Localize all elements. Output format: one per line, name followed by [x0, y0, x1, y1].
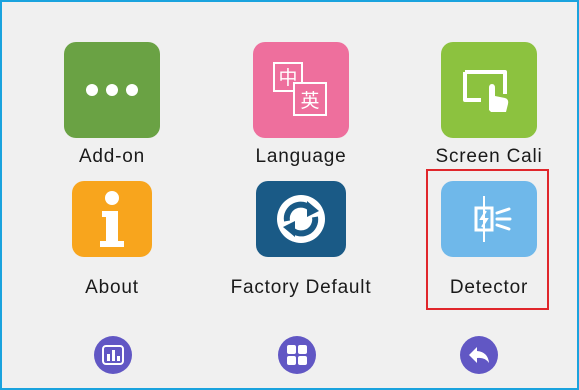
- tile-about[interactable]: About: [32, 181, 192, 321]
- tile-label: Language: [255, 146, 347, 167]
- tile-add-on[interactable]: Add-on: [32, 42, 192, 182]
- tile-language[interactable]: 中 英 Language: [221, 42, 381, 182]
- stats-button[interactable]: [94, 336, 132, 374]
- ellipsis-icon: [64, 42, 160, 138]
- tile-screen-cali[interactable]: Screen Cali: [409, 42, 569, 182]
- settings-screen: Add-on 中 英 Language Screen Cali About Fa…: [0, 0, 579, 390]
- tile-label: About: [85, 277, 139, 298]
- language-glyph-zh: 中: [278, 67, 297, 89]
- home-grid-icon: [287, 345, 307, 365]
- back-icon: [469, 347, 489, 363]
- selection-highlight: [426, 169, 549, 310]
- chinese-english-icon: 中 英: [253, 42, 349, 138]
- tile-label: Factory Default: [230, 277, 372, 298]
- language-glyph-en: 英: [300, 90, 319, 112]
- back-button[interactable]: [460, 336, 498, 374]
- info-icon: [72, 181, 152, 257]
- touch-screen-icon: [441, 42, 537, 138]
- tile-factory-default[interactable]: Factory Default: [221, 181, 381, 321]
- tile-label: Screen Cali: [435, 146, 543, 167]
- refresh-icon: [256, 181, 346, 257]
- home-button[interactable]: [278, 336, 316, 374]
- stats-icon: [102, 345, 124, 365]
- tile-label: Add-on: [78, 146, 146, 167]
